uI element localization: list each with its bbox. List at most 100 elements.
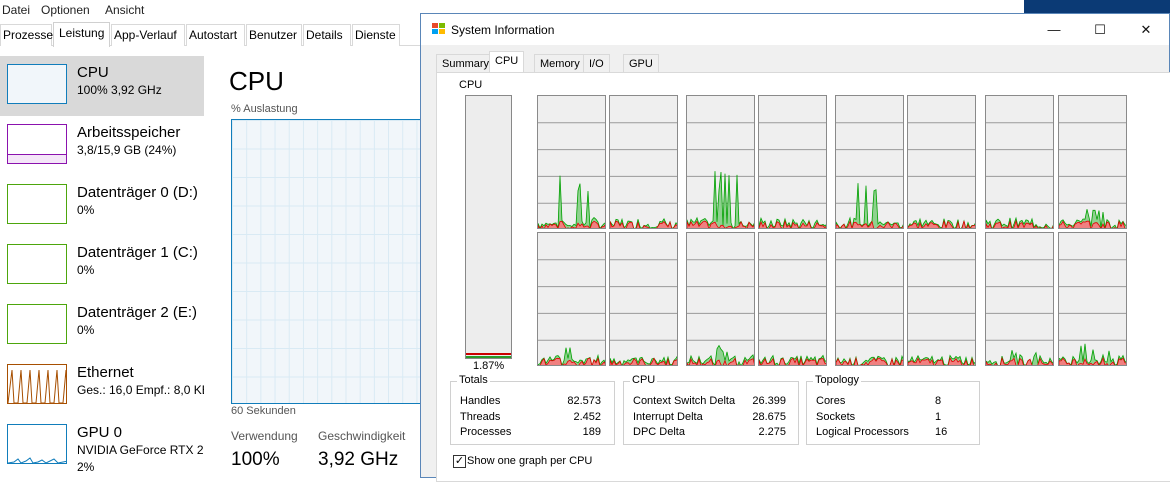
sidebar-item-detail: Ges.: 16,0 Empf.: 8,0 KBi — [77, 383, 213, 397]
cpu-usage-chart — [231, 119, 431, 404]
sidebar-item-disk-1[interactable]: Datenträger 1 (C:) 0% — [0, 236, 204, 296]
sidebar-item-label: GPU 0 — [77, 424, 123, 441]
tab-benutzer[interactable]: Benutzer — [246, 24, 302, 46]
cpu-core-graph — [835, 95, 904, 229]
sidebar-item-label: Datenträger 2 (E:) — [77, 304, 198, 321]
usage-value: 100% — [231, 449, 280, 470]
sidebar-item-cpu[interactable]: CPU 100% 3,92 GHz — [0, 56, 204, 116]
minimize-button[interactable]: — — [1031, 14, 1077, 45]
menu-optionen[interactable]: Optionen — [41, 3, 90, 17]
sysinfo-tab-bar: Summary CPU Memory I/O GPU — [436, 51, 1170, 73]
topology-title: Topology — [813, 374, 862, 386]
tab-summary[interactable]: Summary — [436, 54, 496, 73]
tab-app-verlauf[interactable]: App-Verlauf — [111, 24, 185, 46]
sidebar-item-disk-0[interactable]: Datenträger 0 (D:) 0% — [0, 176, 204, 236]
cpu-core-graph — [758, 232, 827, 366]
tab-io[interactable]: I/O — [583, 54, 610, 73]
disk-1-thumbnail — [7, 244, 67, 284]
tab-cpu[interactable]: CPU — [489, 51, 525, 73]
sidebar-item-label: CPU — [77, 64, 109, 81]
menu-datei[interactable]: Datei — [2, 3, 30, 17]
threads-label: Threads — [460, 411, 501, 423]
usage-label: Verwendung — [231, 429, 298, 443]
sidebar-item-disk-2[interactable]: Datenträger 2 (E:) 0% — [0, 296, 204, 356]
sidebar-item-label: Datenträger 1 (C:) — [77, 244, 198, 261]
interrupt-value: 28.675 — [752, 411, 786, 423]
cpu-core-graph — [835, 232, 904, 366]
cpu-core-graph — [686, 232, 755, 366]
context-switch-value: 26.399 — [752, 395, 786, 407]
tab-gpu[interactable]: GPU — [623, 54, 659, 73]
disk-0-thumbnail — [7, 184, 67, 224]
one-graph-per-cpu-checkbox[interactable]: ✓ — [453, 455, 466, 468]
disk-2-thumbnail — [7, 304, 67, 344]
close-button[interactable]: ✕ — [1123, 14, 1169, 45]
sidebar-item-detail-2: 2% — [77, 460, 95, 474]
cpu-core-graph — [609, 232, 678, 366]
cpu-usage-percent: 1.87% — [473, 360, 505, 372]
cpu-core-graph — [609, 95, 678, 229]
ethernet-sparkline — [8, 369, 66, 403]
gpu-sparkline — [8, 457, 66, 463]
tab-dienste[interactable]: Dienste — [352, 24, 400, 46]
handles-value: 82.573 — [567, 395, 601, 407]
window-title: System Information — [451, 23, 555, 37]
cpu-core-graph — [985, 95, 1054, 229]
cores-value: 8 — [935, 395, 942, 407]
chart-x-label: 60 Sekunden — [231, 405, 296, 417]
one-graph-per-cpu-label[interactable]: Show one graph per CPU — [467, 455, 592, 467]
cpu-usage-bar-fill — [466, 353, 511, 358]
context-switch-label: Context Switch Delta — [633, 395, 736, 407]
cpu-core-graph — [1058, 95, 1127, 229]
sidebar-item-detail: 0% — [77, 323, 95, 337]
sidebar-item-memory[interactable]: Arbeitsspeicher 3,8/15,9 GB (24%) — [0, 116, 204, 176]
processes-value: 189 — [582, 426, 601, 438]
sidebar-item-detail: 3,8/15,9 GB (24%) — [77, 143, 177, 157]
cpu-core-graph — [537, 232, 606, 366]
tab-prozesse[interactable]: Prozesse — [0, 24, 53, 46]
tab-bar: Prozesse Leistung App-Verlauf Autostart … — [0, 22, 420, 47]
sidebar-item-detail: 100% 3,92 GHz — [77, 83, 162, 97]
speed-value: 3,92 GHz — [318, 449, 399, 470]
tab-details[interactable]: Details — [303, 24, 351, 46]
speed-label: Geschwindigkeit — [318, 429, 406, 443]
sidebar-item-label: Ethernet — [77, 364, 134, 381]
tab-leistung[interactable]: Leistung — [53, 22, 110, 47]
ethernet-thumbnail — [7, 364, 67, 404]
cpu-thumbnail — [7, 64, 67, 104]
cores-label: Cores — [816, 395, 846, 407]
cpu-core-graph — [1058, 232, 1127, 366]
sockets-value: 1 — [935, 411, 942, 423]
sidebar-item-detail: NVIDIA GeForce RTX 207 — [77, 443, 217, 457]
topology-group: Topology Cores 8 Sockets 1 Logical Proce… — [806, 374, 980, 445]
logical-processors-label: Logical Processors — [816, 426, 909, 438]
memory-thumbnail — [7, 124, 67, 164]
performance-sidebar: CPU 100% 3,92 GHz Arbeitsspeicher 3,8/15… — [0, 56, 217, 478]
sidebar-item-label: Datenträger 0 (D:) — [77, 184, 198, 201]
sidebar-item-gpu-0[interactable]: GPU 0 NVIDIA GeForce RTX 207 2% — [0, 416, 217, 476]
sidebar-item-detail: 0% — [77, 263, 95, 277]
cpu-stats-group: CPU Context Switch Delta 26.399 Interrup… — [623, 374, 799, 445]
sidebar-item-ethernet[interactable]: Ethernet Ges.: 16,0 Empf.: 8,0 KBi — [0, 356, 212, 416]
tab-autostart[interactable]: Autostart — [186, 24, 245, 46]
sockets-label: Sockets — [816, 411, 856, 423]
menu-ansicht[interactable]: Ansicht — [105, 3, 144, 17]
dpc-label: DPC Delta — [633, 426, 685, 438]
tab-memory[interactable]: Memory — [534, 54, 586, 73]
processes-label: Processes — [460, 426, 512, 438]
handles-label: Handles — [460, 395, 501, 407]
cpu-core-graph — [758, 95, 827, 229]
gpu-thumbnail — [7, 424, 67, 464]
interrupt-label: Interrupt Delta — [633, 411, 703, 423]
cpu-graph-label: CPU — [459, 79, 483, 91]
title-bar[interactable]: System Information — ☐ ✕ — [421, 14, 1169, 45]
maximize-button[interactable]: ☐ — [1077, 14, 1123, 45]
sidebar-item-detail: 0% — [77, 203, 95, 217]
windows-logo-icon — [432, 23, 445, 34]
background-window-edge — [952, 0, 1024, 14]
page-title: CPU — [229, 66, 284, 96]
dpc-value: 2.275 — [758, 426, 786, 438]
totals-group: Totals Handles 82.573 Threads 2.452 Proc… — [450, 374, 615, 445]
cpu-tab-panel: CPU 1.87% Totals Handles 82.573 Threads … — [436, 72, 1170, 482]
cpu-core-graph — [907, 95, 976, 229]
